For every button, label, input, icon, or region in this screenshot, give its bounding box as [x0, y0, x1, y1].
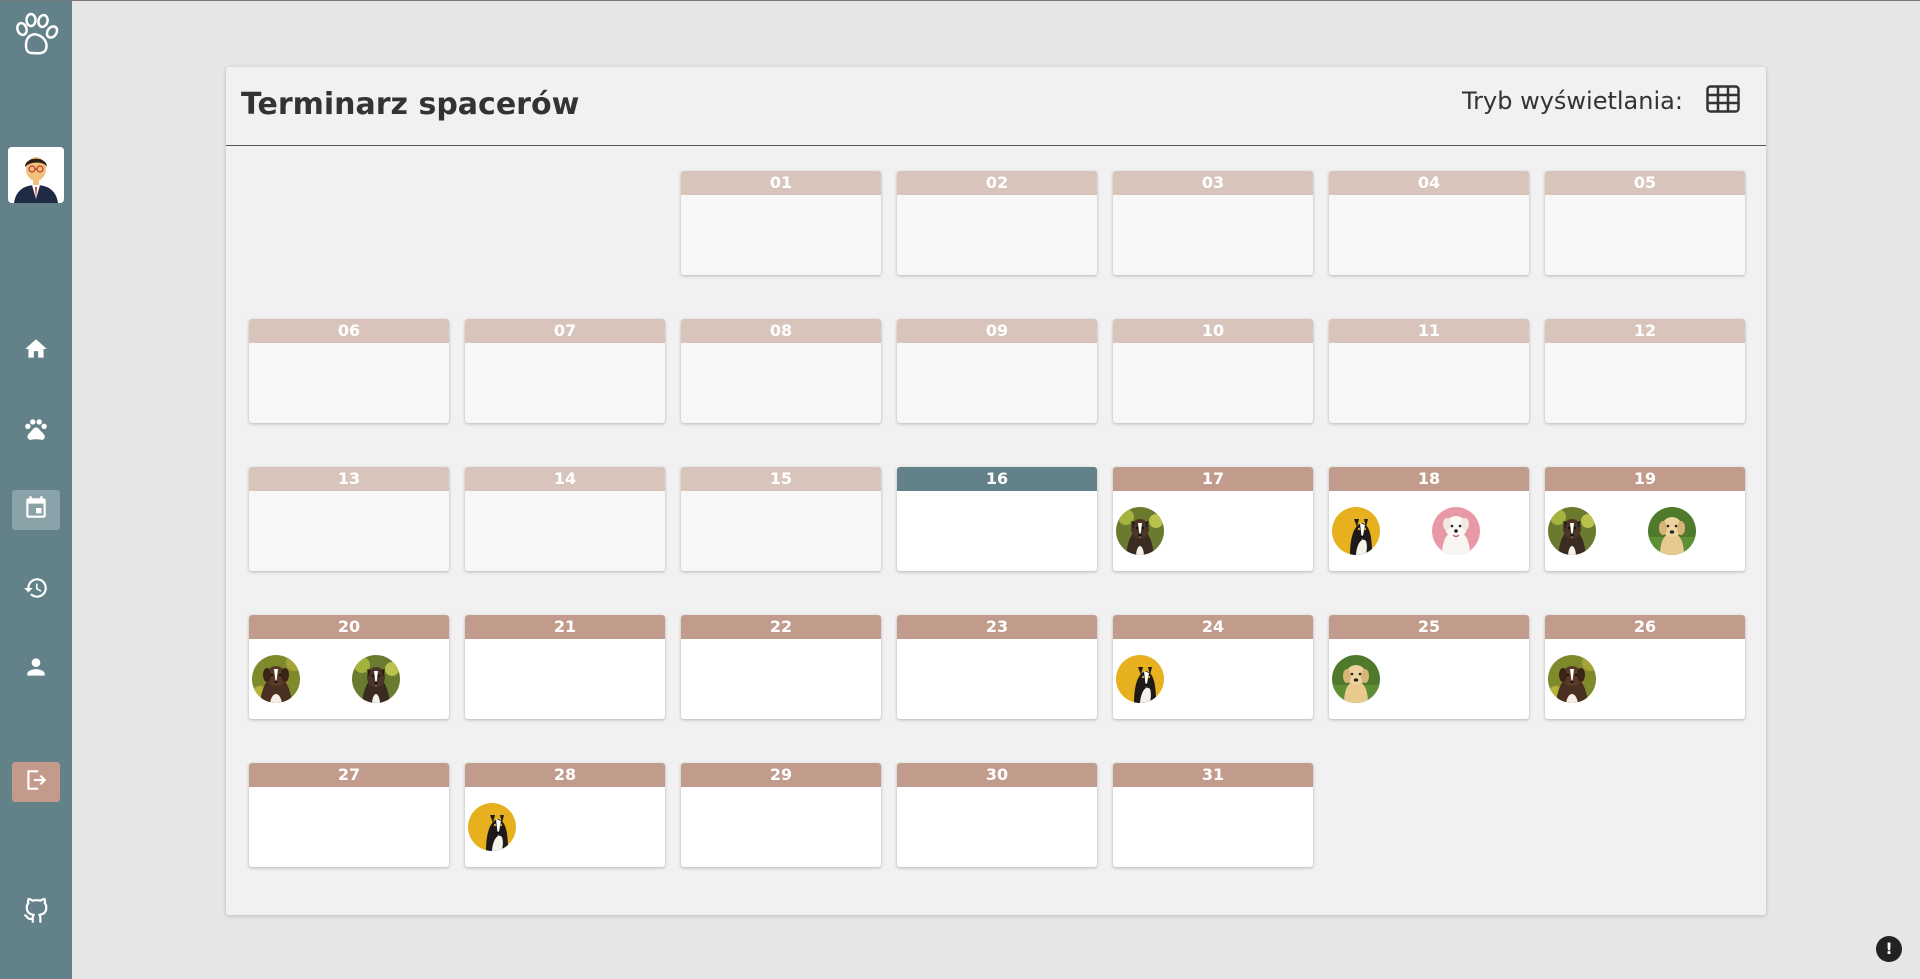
schedule-card: Terminarz spacerów Tryb wyświetlania: 01…: [226, 67, 1766, 915]
dog-avatar[interactable]: [1116, 507, 1164, 555]
day-number: 25: [1329, 615, 1529, 639]
day-number: 02: [897, 171, 1097, 195]
day-number: 17: [1113, 467, 1313, 491]
day-number: 09: [897, 319, 1097, 343]
day-number: 26: [1545, 615, 1745, 639]
day-cell[interactable]: 29: [681, 763, 881, 867]
dog-avatar[interactable]: [1548, 655, 1596, 703]
day-number: 01: [681, 171, 881, 195]
nav-history[interactable]: [12, 570, 60, 610]
grid-view-button[interactable]: [1703, 83, 1743, 119]
day-cell[interactable]: 24: [1113, 615, 1313, 719]
day-number: 19: [1545, 467, 1745, 491]
day-cell[interactable]: 11: [1329, 319, 1529, 423]
dog-avatar[interactable]: [352, 655, 400, 703]
logout-button[interactable]: [12, 762, 60, 802]
day-cell[interactable]: 21: [465, 615, 665, 719]
day-number: 04: [1329, 171, 1529, 195]
day-number: 21: [465, 615, 665, 639]
dog-avatar[interactable]: [1432, 507, 1480, 555]
day-cell[interactable]: 01: [681, 171, 881, 275]
day-cell[interactable]: 04: [1329, 171, 1529, 275]
day-number: 27: [249, 763, 449, 787]
day-cell[interactable]: 25: [1329, 615, 1529, 719]
day-cell[interactable]: 09: [897, 319, 1097, 423]
day-number: 22: [681, 615, 881, 639]
day-number: 15: [681, 467, 881, 491]
day-cell[interactable]: 19: [1545, 467, 1745, 571]
dog-avatar[interactable]: [1648, 507, 1696, 555]
day-cell[interactable]: 31: [1113, 763, 1313, 867]
nav-dogs[interactable]: [12, 411, 60, 451]
day-number: 08: [681, 319, 881, 343]
sidebar: [0, 1, 72, 979]
nav-profile[interactable]: [12, 649, 60, 689]
day-number: 12: [1545, 319, 1745, 343]
logout-icon: [23, 767, 49, 797]
day-number: 06: [249, 319, 449, 343]
home-icon: [23, 336, 49, 366]
dog-avatar[interactable]: [1548, 507, 1596, 555]
day-number: 24: [1113, 615, 1313, 639]
page-title: Terminarz spacerów: [241, 87, 580, 122]
user-icon: [23, 654, 49, 684]
day-cell[interactable]: 26: [1545, 615, 1745, 719]
github-icon: [23, 897, 49, 928]
alert-icon[interactable]: !: [1876, 936, 1902, 962]
display-mode-label: Tryb wyświetlania:: [1462, 87, 1683, 115]
day-number: 18: [1329, 467, 1529, 491]
nav-calendar[interactable]: [12, 490, 60, 530]
day-number: 07: [465, 319, 665, 343]
dog-avatar[interactable]: [252, 655, 300, 703]
avatar[interactable]: [8, 147, 64, 203]
grid-icon: [1706, 85, 1740, 117]
day-cell[interactable]: 15: [681, 467, 881, 571]
day-cell[interactable]: 27: [249, 763, 449, 867]
day-number: 23: [897, 615, 1097, 639]
day-cell[interactable]: 10: [1113, 319, 1313, 423]
day-number: 11: [1329, 319, 1529, 343]
day-cell[interactable]: 07: [465, 319, 665, 423]
day-cell[interactable]: 14: [465, 467, 665, 571]
day-number: 20: [249, 615, 449, 639]
day-number: 30: [897, 763, 1097, 787]
day-number: 29: [681, 763, 881, 787]
paw-logo-icon[interactable]: [12, 11, 60, 59]
day-cell[interactable]: 13: [249, 467, 449, 571]
day-cell[interactable]: 20: [249, 615, 449, 719]
day-cell[interactable]: 03: [1113, 171, 1313, 275]
card-header: Terminarz spacerów Tryb wyświetlania:: [226, 67, 1766, 146]
dog-avatar[interactable]: [1332, 507, 1380, 555]
paw-icon: [23, 416, 49, 446]
dog-avatar[interactable]: [1332, 655, 1380, 703]
day-number: 13: [249, 467, 449, 491]
calendar-grid: 01 02 03 04 05 06 07 08 09 10 11 12 13 14 15 16 17 18 19 20…: [249, 171, 1749, 891]
day-cell[interactable]: 18: [1329, 467, 1529, 571]
day-cell[interactable]: 28: [465, 763, 665, 867]
day-number: 05: [1545, 171, 1745, 195]
day-number: 16: [897, 467, 1097, 491]
day-cell[interactable]: 23: [897, 615, 1097, 719]
day-cell[interactable]: 12: [1545, 319, 1745, 423]
history-icon: [23, 575, 49, 605]
day-cell[interactable]: 08: [681, 319, 881, 423]
day-cell[interactable]: 02: [897, 171, 1097, 275]
day-cell[interactable]: 16: [897, 467, 1097, 571]
day-number: 10: [1113, 319, 1313, 343]
day-cell[interactable]: 22: [681, 615, 881, 719]
day-number: 28: [465, 763, 665, 787]
github-link[interactable]: [12, 893, 60, 933]
calendar-icon: [23, 495, 49, 525]
nav-home[interactable]: [12, 331, 60, 371]
day-cell[interactable]: 06: [249, 319, 449, 423]
day-cell[interactable]: 30: [897, 763, 1097, 867]
day-cell[interactable]: 05: [1545, 171, 1745, 275]
dog-avatar[interactable]: [1116, 655, 1164, 703]
day-number: 03: [1113, 171, 1313, 195]
day-cell[interactable]: 17: [1113, 467, 1313, 571]
day-number: 31: [1113, 763, 1313, 787]
dog-avatar[interactable]: [468, 803, 516, 851]
day-number: 14: [465, 467, 665, 491]
